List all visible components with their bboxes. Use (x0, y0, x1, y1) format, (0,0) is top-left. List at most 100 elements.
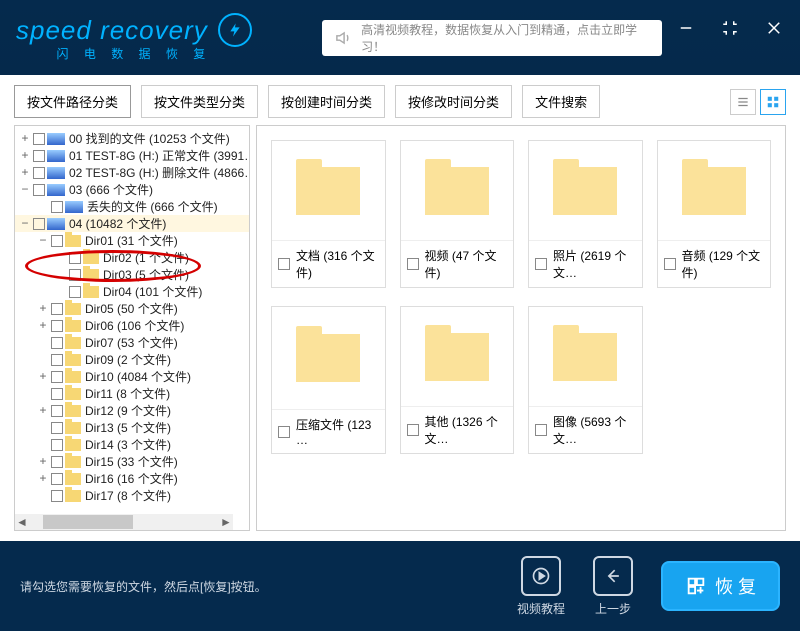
tree-label: 01 TEST-8G (H:) 正常文件 (3991… (69, 147, 249, 164)
expand-icon[interactable]: + (19, 149, 31, 163)
folder-icon (65, 337, 81, 349)
tab-by-path[interactable]: 按文件路径分类 (14, 85, 131, 118)
expand-icon[interactable]: + (37, 319, 49, 333)
expand-icon[interactable]: + (37, 370, 49, 384)
tree-row[interactable]: +Dir16 (16 个文件) (15, 470, 249, 487)
folder-grid: 文档 (316 个文件)视频 (47 个文件)照片 (2619 个文…音频 (1… (271, 140, 771, 454)
checkbox[interactable] (51, 354, 63, 366)
tree-row[interactable]: Dir14 (3 个文件) (15, 436, 249, 453)
folder-card[interactable]: 照片 (2619 个文… (528, 140, 643, 288)
checkbox[interactable] (51, 201, 63, 213)
checkbox[interactable] (51, 371, 63, 383)
tree-row[interactable]: +Dir15 (33 个文件) (15, 453, 249, 470)
expand-icon[interactable]: − (19, 183, 31, 197)
view-list-icon[interactable] (730, 89, 756, 115)
video-tutorial-button[interactable]: 视频教程 (517, 556, 565, 617)
checkbox[interactable] (51, 235, 63, 247)
checkbox[interactable] (33, 218, 45, 230)
checkbox[interactable] (535, 424, 547, 436)
checkbox[interactable] (33, 150, 45, 162)
tree-row[interactable]: +Dir12 (9 个文件) (15, 402, 249, 419)
expand-icon[interactable]: − (19, 217, 31, 231)
recover-button[interactable]: 恢 复 (661, 561, 780, 611)
tab-by-ctime[interactable]: 按创建时间分类 (268, 85, 385, 118)
tree-row[interactable]: +01 TEST-8G (H:) 正常文件 (3991… (15, 147, 249, 164)
maximize-icon[interactable] (720, 18, 740, 38)
folder-icon (65, 422, 81, 434)
view-grid-icon[interactable] (760, 89, 786, 115)
tab-by-type[interactable]: 按文件类型分类 (141, 85, 258, 118)
expand-icon[interactable]: + (19, 132, 31, 146)
folder-card[interactable]: 视频 (47 个文件) (400, 140, 515, 288)
tree-pane: +00 找到的文件 (10253 个文件)+01 TEST-8G (H:) 正常… (14, 125, 250, 531)
checkbox[interactable] (278, 426, 290, 438)
tree-row[interactable]: Dir07 (53 个文件) (15, 334, 249, 351)
checkbox[interactable] (69, 252, 81, 264)
folder-card[interactable]: 压缩文件 (123 … (271, 306, 386, 454)
checkbox[interactable] (51, 320, 63, 332)
minimize-icon[interactable] (676, 18, 696, 38)
tree-row[interactable]: −Dir01 (31 个文件) (15, 232, 249, 249)
checkbox[interactable] (69, 269, 81, 281)
tree-row[interactable]: +00 找到的文件 (10253 个文件) (15, 130, 249, 147)
checkbox[interactable] (51, 456, 63, 468)
checkbox[interactable] (33, 133, 45, 145)
expand-icon[interactable]: + (37, 455, 49, 469)
folder-card[interactable]: 文档 (316 个文件) (271, 140, 386, 288)
checkbox[interactable] (51, 337, 63, 349)
checkbox[interactable] (51, 473, 63, 485)
checkbox[interactable] (51, 490, 63, 502)
checkbox[interactable] (51, 405, 63, 417)
drive-icon (65, 201, 83, 213)
tree-row[interactable]: 丢失的文件 (666 个文件) (15, 198, 249, 215)
drive-icon (47, 218, 65, 230)
checkbox[interactable] (407, 424, 419, 436)
folder-card[interactable]: 音频 (129 个文件) (657, 140, 772, 288)
checkbox[interactable] (69, 286, 81, 298)
tree-row[interactable]: Dir04 (101 个文件) (15, 283, 249, 300)
tree-row[interactable]: +Dir06 (106 个文件) (15, 317, 249, 334)
tree-row[interactable]: +Dir05 (50 个文件) (15, 300, 249, 317)
tree-row[interactable]: Dir03 (5 个文件) (15, 266, 249, 283)
tree-label: Dir04 (101 个文件) (103, 283, 202, 300)
folder-card[interactable]: 其他 (1326 个文… (400, 306, 515, 454)
promo-banner[interactable]: 高清视频教程，数据恢复从入门到精通，点击立即学习！ (322, 20, 662, 56)
tree-row[interactable]: Dir13 (5 个文件) (15, 419, 249, 436)
app-logo: speed recovery 闪 电 数 据 恢 复 (16, 13, 252, 62)
tree-label: Dir02 (1 个文件) (103, 249, 189, 266)
expand-icon[interactable]: + (37, 472, 49, 486)
tree-row[interactable]: +Dir10 (4084 个文件) (15, 368, 249, 385)
back-button[interactable]: 上一步 (593, 556, 633, 617)
checkbox[interactable] (51, 388, 63, 400)
checkbox[interactable] (278, 258, 290, 270)
close-icon[interactable] (764, 18, 784, 38)
card-label: 图像 (5693 个文… (553, 413, 636, 447)
tree-row[interactable]: −04 (10482 个文件) (15, 215, 249, 232)
folder-icon (83, 269, 99, 281)
checkbox[interactable] (33, 167, 45, 179)
tree-row[interactable]: Dir09 (2 个文件) (15, 351, 249, 368)
expand-icon[interactable]: + (37, 302, 49, 316)
tree-row[interactable]: +02 TEST-8G (H:) 删除文件 (4866… (15, 164, 249, 181)
tree-h-scrollbar[interactable]: ◄► (15, 514, 233, 530)
menu-icon[interactable] (632, 18, 652, 38)
tab-by-mtime[interactable]: 按修改时间分类 (395, 85, 512, 118)
checkbox[interactable] (51, 422, 63, 434)
folder-card[interactable]: 图像 (5693 个文… (528, 306, 643, 454)
tab-search[interactable]: 文件搜索 (522, 85, 600, 118)
tree-row[interactable]: Dir02 (1 个文件) (15, 249, 249, 266)
tree-row[interactable]: −03 (666 个文件) (15, 181, 249, 198)
checkbox[interactable] (664, 258, 676, 270)
tree-row[interactable]: Dir17 (8 个文件) (15, 487, 249, 504)
checkbox[interactable] (407, 258, 419, 270)
checkbox[interactable] (535, 258, 547, 270)
expand-icon[interactable]: + (37, 404, 49, 418)
folder-tree[interactable]: +00 找到的文件 (10253 个文件)+01 TEST-8G (H:) 正常… (15, 126, 249, 530)
checkbox[interactable] (51, 303, 63, 315)
tree-label: 丢失的文件 (666 个文件) (87, 198, 218, 215)
checkbox[interactable] (33, 184, 45, 196)
expand-icon[interactable]: − (37, 234, 49, 248)
checkbox[interactable] (51, 439, 63, 451)
tree-row[interactable]: Dir11 (8 个文件) (15, 385, 249, 402)
expand-icon[interactable]: + (19, 166, 31, 180)
